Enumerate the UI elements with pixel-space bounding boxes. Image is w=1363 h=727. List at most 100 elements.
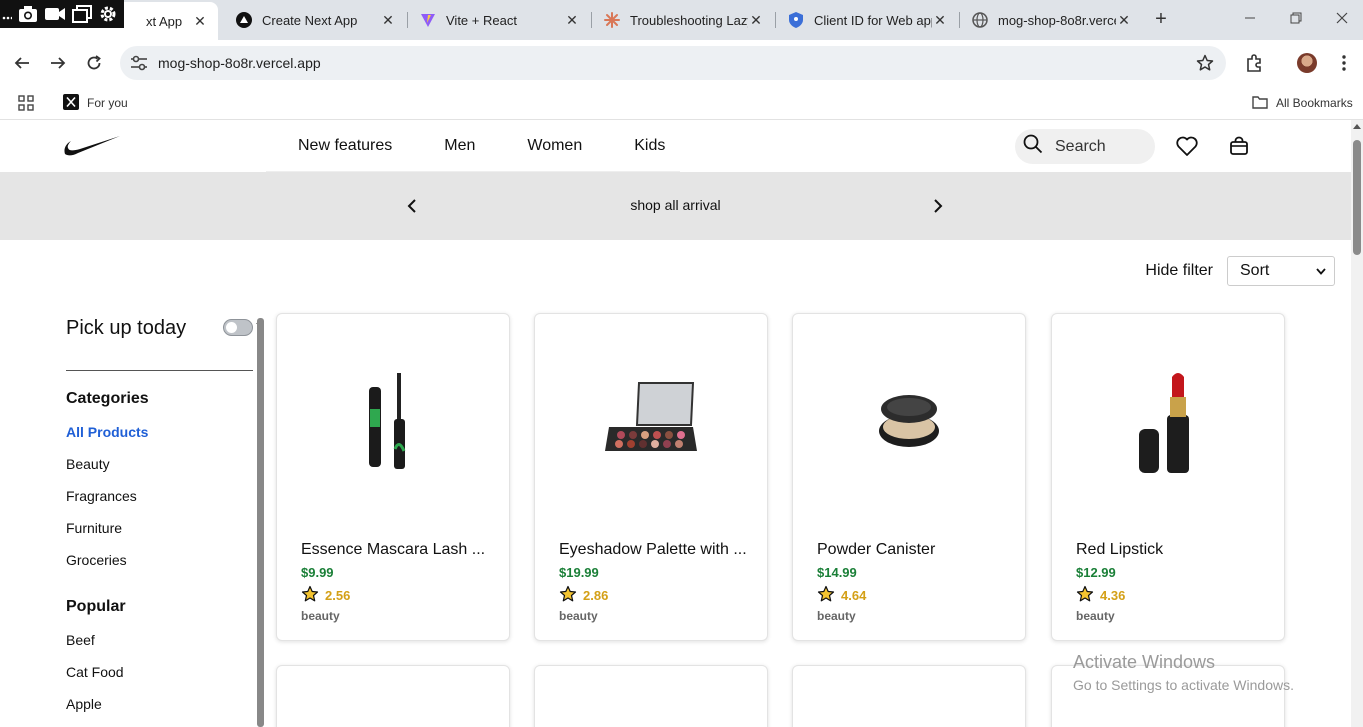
vite-icon — [420, 12, 436, 28]
back-arrow-icon[interactable] — [11, 52, 33, 74]
minimize-icon[interactable] — [1238, 8, 1262, 32]
site-settings-icon[interactable] — [130, 55, 148, 71]
close-icon[interactable]: ✕ — [192, 13, 208, 30]
chevron-right-icon[interactable] — [928, 196, 948, 216]
product-price: $9.99 — [301, 565, 334, 580]
popular-apple[interactable]: Apple — [66, 696, 102, 712]
sort-select[interactable]: Sort — [1227, 256, 1335, 286]
tab-separator — [959, 12, 960, 28]
claude-icon — [604, 12, 620, 28]
pickup-today-toggle[interactable] — [223, 319, 253, 336]
profile-avatar[interactable] — [1296, 52, 1318, 74]
product-name: Red Lipstick — [1076, 541, 1164, 558]
close-window-icon[interactable] — [1330, 8, 1354, 32]
product-card[interactable]: Powder Canister $14.99 4.64 beauty — [792, 313, 1026, 641]
forward-arrow-icon[interactable] — [47, 52, 69, 74]
watermark-title: Activate Windows — [1073, 652, 1216, 672]
nav-new-features[interactable]: New features — [298, 137, 392, 155]
bookmark-star-icon[interactable] — [1196, 54, 1214, 77]
star-icon — [301, 585, 319, 606]
camera-icon[interactable] — [18, 5, 38, 23]
sidebar-scrollbar[interactable] — [257, 318, 264, 727]
windows-activation-watermark: Activate Windows Go to Settings to activ… — [1073, 652, 1294, 693]
category-fragrances[interactable]: Fragrances — [66, 488, 137, 504]
nav-men[interactable]: Men — [444, 137, 475, 155]
url-text: mog-shop-8o8r.vercel.app — [158, 55, 321, 71]
tab-client-id[interactable]: Client ID for Web app ✕ — [778, 4, 958, 36]
more-icon[interactable] — [2, 7, 12, 21]
pickup-today-label: Pick up today — [66, 317, 187, 339]
popular-cat-food[interactable]: Cat Food — [66, 664, 124, 680]
product-card[interactable] — [534, 665, 768, 727]
category-all-products[interactable]: All Products — [66, 424, 148, 440]
heart-icon[interactable] — [1175, 134, 1199, 158]
tab-troubleshooting[interactable]: Troubleshooting Lazy ✕ — [594, 4, 774, 36]
rating-value: 2.56 — [325, 588, 351, 603]
mascara-icon — [277, 314, 509, 534]
browser-menu-icon[interactable] — [1333, 52, 1355, 74]
tab-title: Client ID for Web app — [814, 12, 932, 28]
category-furniture[interactable]: Furniture — [66, 520, 122, 536]
product-name: Powder Canister — [817, 541, 936, 558]
tab-create-next-app[interactable]: Create Next App ✕ — [226, 4, 406, 36]
sort-label: Sort — [1240, 262, 1270, 279]
all-bookmarks-button[interactable]: All Bookmarks — [1252, 93, 1353, 113]
tab-separator — [775, 12, 776, 28]
video-icon[interactable] — [44, 6, 66, 22]
product-name: Eyeshadow Palette with ... — [559, 541, 747, 558]
page-scrollbar[interactable] — [1351, 120, 1363, 727]
gear-icon[interactable] — [98, 4, 118, 24]
nav-kids[interactable]: Kids — [634, 137, 665, 155]
close-icon[interactable]: ✕ — [748, 12, 764, 29]
restore-icon[interactable] — [1284, 8, 1308, 32]
address-bar[interactable]: mog-shop-8o8r.vercel.app — [120, 46, 1226, 80]
popular-beef[interactable]: Beef — [66, 632, 95, 648]
nike-swoosh-logo[interactable] — [64, 135, 120, 162]
rating-value: 4.36 — [1100, 588, 1126, 603]
scrollbar-thumb[interactable] — [1353, 140, 1361, 255]
shopping-bag-icon[interactable] — [1227, 134, 1251, 158]
extensions-puzzle-icon[interactable] — [1243, 52, 1265, 74]
close-icon[interactable]: ✕ — [380, 12, 396, 29]
tab-mog-shop[interactable]: mog-shop-8o8r.vercel ✕ — [962, 4, 1142, 36]
tab-title: Vite + React — [446, 12, 517, 28]
product-rating: 4.36 — [1076, 585, 1125, 606]
product-card[interactable] — [792, 665, 1026, 727]
rating-value: 2.86 — [583, 588, 609, 603]
nav-women[interactable]: Women — [527, 137, 582, 155]
product-card[interactable]: Eyeshadow Palette with ... $19.99 2.86 b… — [534, 313, 768, 641]
tab-separator — [407, 12, 408, 28]
close-icon[interactable]: ✕ — [932, 12, 948, 29]
categories-heading: Categories — [66, 390, 149, 407]
product-name: Essence Mascara Lash ... — [301, 541, 486, 558]
tab-title: mog-shop-8o8r.vercel — [998, 12, 1116, 28]
new-tab-button[interactable]: + — [1150, 8, 1172, 30]
close-icon[interactable]: ✕ — [1116, 12, 1132, 29]
avatar — [1297, 53, 1317, 73]
category-groceries[interactable]: Groceries — [66, 552, 127, 568]
product-rating: 2.86 — [559, 585, 608, 606]
product-rating: 4.64 — [817, 585, 866, 606]
product-rating: 2.56 — [301, 585, 350, 606]
search-input[interactable]: Search — [1015, 129, 1155, 164]
filter-controls: Hide filter Sort — [1145, 256, 1335, 286]
product-category: beauty — [1076, 609, 1115, 623]
reload-icon[interactable] — [83, 52, 105, 74]
product-card[interactable]: Essence Mascara Lash ... $9.99 2.56 beau… — [276, 313, 510, 641]
promo-banner: shop all arrival — [0, 172, 1351, 240]
scroll-up-arrow[interactable] — [1353, 124, 1361, 129]
category-beauty[interactable]: Beauty — [66, 456, 110, 472]
product-price: $12.99 — [1076, 565, 1116, 580]
promo-text: shop all arrival — [630, 197, 721, 213]
close-icon[interactable]: ✕ — [564, 12, 580, 29]
product-card[interactable] — [276, 665, 510, 727]
star-icon — [1076, 585, 1094, 606]
hide-filter-button[interactable]: Hide filter — [1145, 262, 1213, 280]
site-header: New features Men Women Kids Search — [0, 120, 1351, 173]
apps-grid-icon[interactable] — [18, 93, 34, 113]
bookmark-for-you[interactable]: For you — [63, 93, 128, 113]
window-capture-icon[interactable] — [72, 5, 92, 23]
tab-vite-react[interactable]: Vite + React ✕ — [410, 4, 590, 36]
eyeshadow-palette-icon — [535, 314, 767, 534]
product-card[interactable]: Red Lipstick $12.99 4.36 beauty — [1051, 313, 1285, 641]
